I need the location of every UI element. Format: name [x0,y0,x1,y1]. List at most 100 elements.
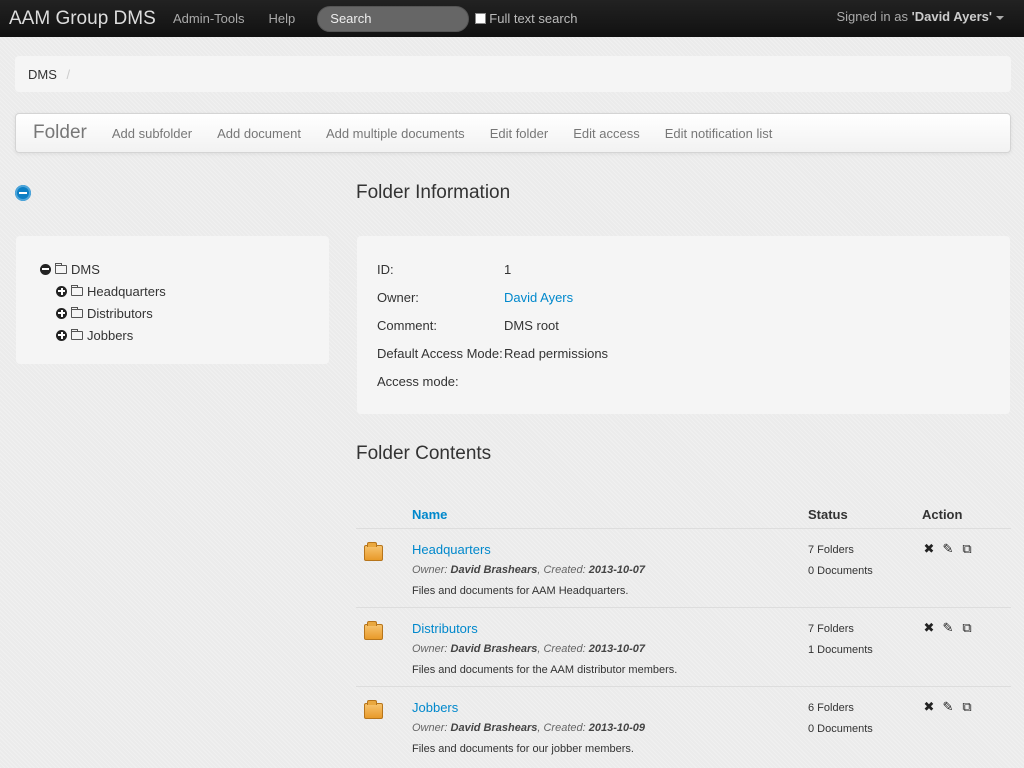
row-actions: ✖ ✎ ⧉ [922,699,974,715]
full-text-checkbox[interactable] [475,13,487,24]
status-column-header: Status [808,507,848,522]
tree-label-jobbers[interactable]: Jobbers [87,328,133,343]
plus-circle-icon[interactable] [56,329,67,341]
user-menu[interactable]: Signed in as 'David Ayers' [836,9,1004,24]
folder-contents-heading: Folder Contents [356,443,492,464]
folder-information-panel: ID: 1 Owner: David Ayers Comment: DMS ro… [357,236,1010,414]
info-label: Comment: [377,317,437,333]
folder-count: 6 Folders [808,702,854,714]
plus-circle-icon[interactable] [56,307,67,319]
created-date: 2013-10-07 [588,564,646,576]
tree-node-dms[interactable]: DMS [40,258,329,280]
top-navbar: AAM Group DMS Admin-Tools Help Search Fu… [0,0,1024,37]
folder-icon[interactable] [364,621,383,640]
folder-count: 7 Folders [808,544,854,556]
collapse-tree-icon[interactable] [15,185,31,201]
brand-link[interactable]: AAM Group DMS [9,8,159,30]
delete-icon[interactable]: ✖ [922,541,936,557]
folder-icon[interactable] [364,700,383,719]
full-text-label: Full text search [489,11,578,26]
breadcrumb-dms[interactable]: DMS [28,67,57,82]
subnav-title: Folder [33,122,87,143]
created-prefix: , Created: [537,564,586,576]
edit-icon[interactable]: ✎ [941,699,955,715]
tree-node-jobbers[interactable]: Jobbers [56,324,329,346]
owner-prefix: Owner: [412,643,448,655]
copy-icon[interactable]: ⧉ [960,620,974,636]
minus-circle-icon[interactable] [40,263,51,275]
folder-contents-table: Name Status Action Headquarters Owner: D… [356,500,1011,765]
owner-link[interactable]: David Ayers [504,290,573,305]
owner-name: David Brashears [450,564,538,576]
edit-access-link[interactable]: Edit access [573,126,639,141]
info-value: 1 [504,261,512,277]
add-document-link[interactable]: Add document [217,126,301,141]
folder-description: Files and documents for our jobber membe… [412,743,634,755]
table-row: Jobbers Owner: David Brashears, Created:… [356,686,1011,765]
tree-label-dms[interactable]: DMS [71,262,100,277]
info-value: DMS root [504,317,559,333]
tree-node-distributors[interactable]: Distributors [56,302,329,324]
breadcrumb-separator: / [66,67,71,82]
edit-icon[interactable]: ✎ [941,620,955,636]
caret-down-icon [996,15,1004,20]
folder-meta: Owner: David Brashears, Created: 2013-10… [412,564,645,576]
delete-icon[interactable]: ✖ [922,699,936,715]
folder-meta: Owner: David Brashears, Created: 2013-10… [412,643,645,655]
delete-icon[interactable]: ✖ [922,620,936,636]
tree-label-headquarters[interactable]: Headquarters [87,284,166,299]
action-column-header: Action [922,507,963,522]
copy-icon[interactable]: ⧉ [960,541,974,557]
edit-icon[interactable]: ✎ [941,541,955,557]
info-row-default-access: Default Access Mode: Read permissions [377,339,1010,367]
add-subfolder-link[interactable]: Add subfolder [112,126,192,141]
folder-name-link[interactable]: Jobbers [412,700,458,715]
table-header: Name Status Action [356,500,1011,528]
document-count: 0 Documents [808,723,873,735]
edit-folder-link[interactable]: Edit folder [490,126,549,141]
info-label: ID: [377,261,394,277]
info-row-comment: Comment: DMS root [377,311,1010,339]
folder-count: 7 Folders [808,623,854,635]
plus-circle-icon[interactable] [56,285,67,297]
created-prefix: , Created: [537,643,586,655]
folder-name-link[interactable]: Distributors [412,621,478,636]
owner-prefix: Owner: [412,564,448,576]
owner-prefix: Owner: [412,722,448,734]
folder-name-link[interactable]: Headquarters [412,542,491,557]
folder-icon [71,307,83,318]
folder-description: Files and documents for AAM Headquarters… [412,585,629,597]
owner-name: David Brashears [450,722,538,734]
folder-tree: DMS Headquarters Distributors Jobbers [16,236,329,364]
folder-description: Files and documents for the AAM distribu… [412,664,678,676]
folder-action-bar: Folder Add subfolder Add document Add mu… [15,113,1011,153]
table-row: Distributors Owner: David Brashears, Cre… [356,607,1011,686]
document-count: 0 Documents [808,565,873,577]
folder-icon[interactable] [364,542,383,561]
add-multiple-documents-link[interactable]: Add multiple documents [326,126,465,141]
row-actions: ✖ ✎ ⧉ [922,620,974,636]
user-name: 'David Ayers' [911,9,992,24]
created-prefix: , Created: [537,722,586,734]
nav-admin-tools[interactable]: Admin-Tools [173,11,245,26]
folder-icon [71,329,83,340]
document-count: 1 Documents [808,644,873,656]
owner-name: David Brashears [450,643,538,655]
edit-notification-list-link[interactable]: Edit notification list [665,126,773,141]
name-column-header[interactable]: Name [412,507,447,522]
info-label: Default Access Mode: [377,345,503,361]
full-text-search-option[interactable]: Full text search [475,11,577,26]
search-input[interactable]: Search [317,5,470,32]
tree-label-distributors[interactable]: Distributors [87,306,153,321]
copy-icon[interactable]: ⧉ [960,699,974,715]
nav-help[interactable]: Help [269,11,296,26]
row-actions: ✖ ✎ ⧉ [922,541,974,557]
folder-meta: Owner: David Brashears, Created: 2013-10… [412,722,645,734]
created-date: 2013-10-07 [588,643,646,655]
folder-icon [55,263,67,274]
tree-node-headquarters[interactable]: Headquarters [56,280,329,302]
info-row-owner: Owner: David Ayers [377,283,1010,311]
created-date: 2013-10-09 [588,722,646,734]
folder-information-heading: Folder Information [356,182,511,203]
info-row-id: ID: 1 [377,255,1010,283]
